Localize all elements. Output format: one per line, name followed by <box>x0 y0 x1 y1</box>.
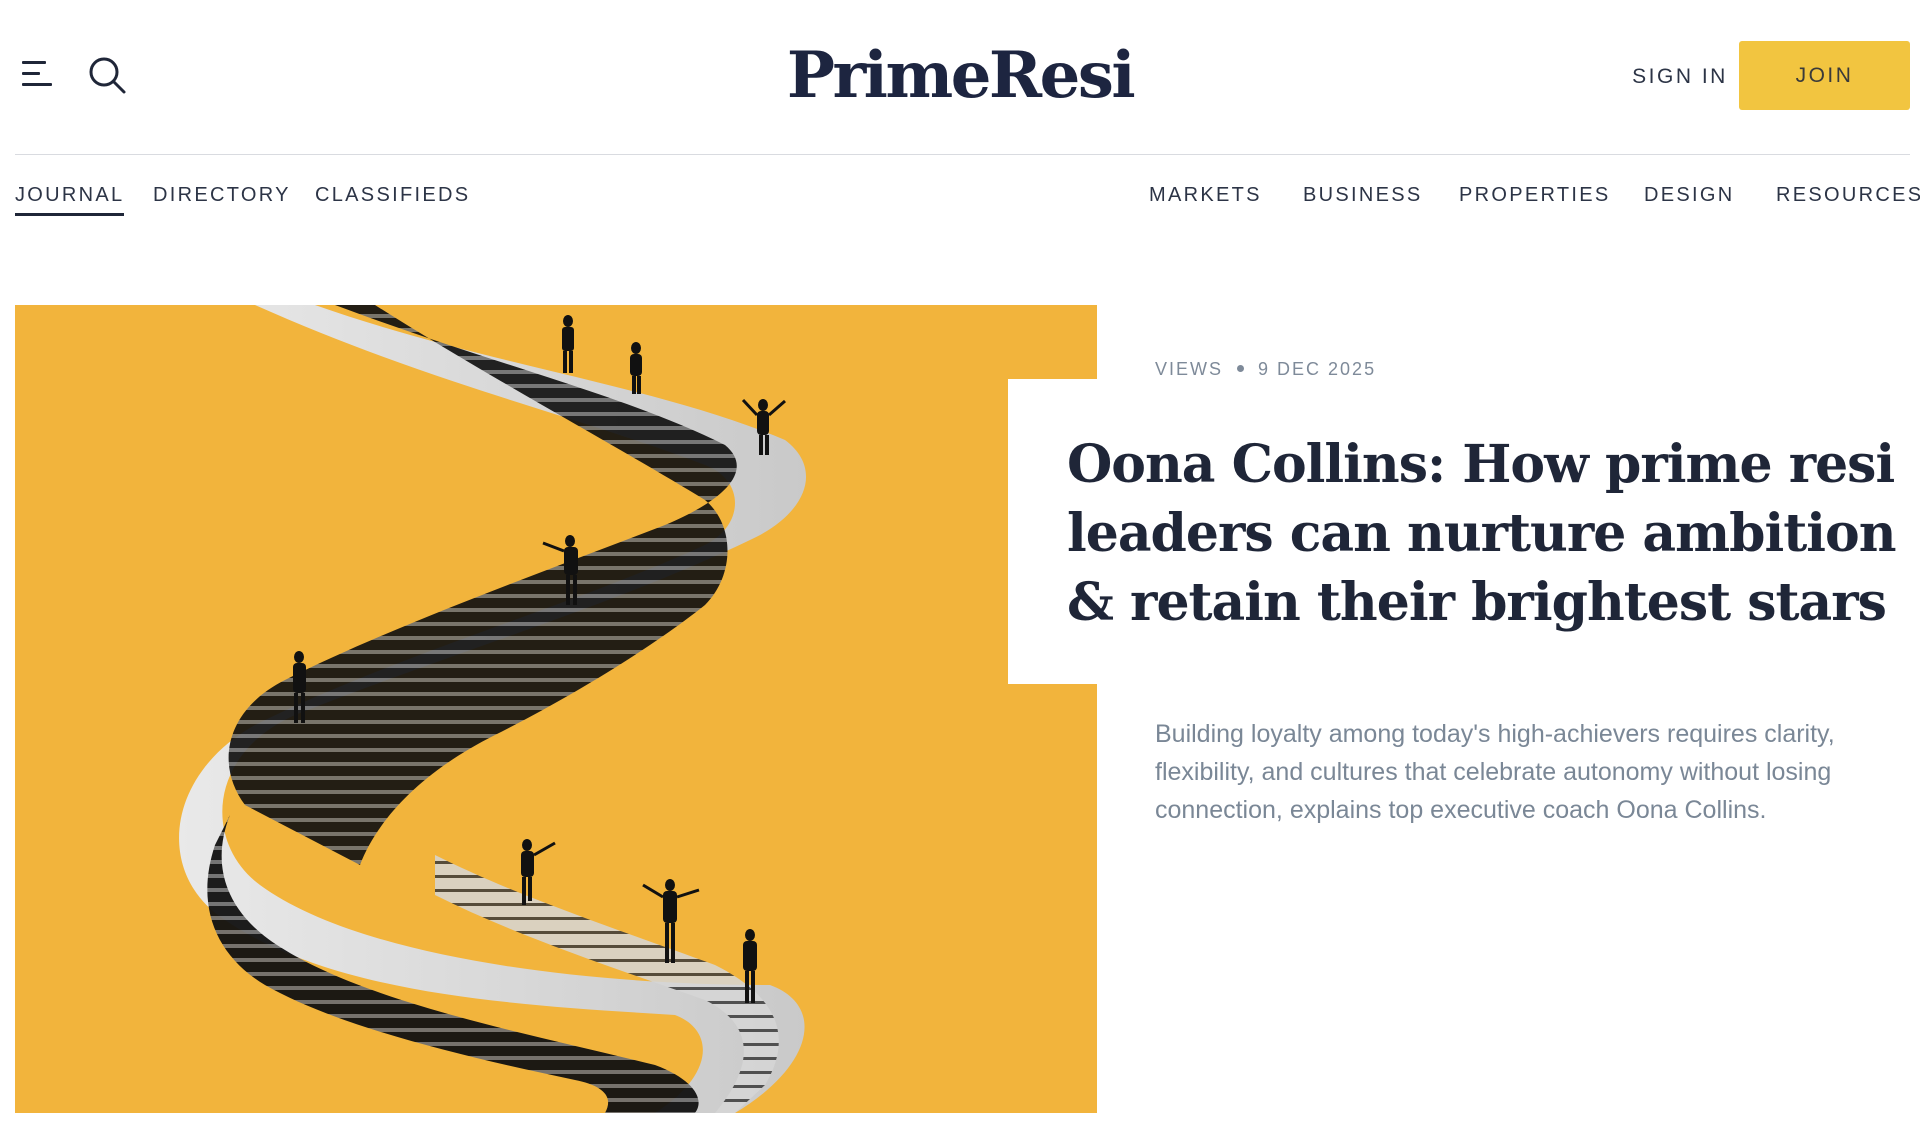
nav-design[interactable]: DESIGN <box>1644 180 1734 210</box>
nav-classifieds[interactable]: CLASSIFIEDS <box>315 180 470 210</box>
article-standfirst: Building loyalty among today's high-achi… <box>1155 720 1835 824</box>
search-icon[interactable] <box>86 54 128 96</box>
article-headline[interactable]: Oona Collins: How prime resi leaders can… <box>1067 430 1897 637</box>
nav-journal[interactable]: JOURNAL <box>15 180 125 216</box>
page: PrimeResi SIGN IN JOIN JOURNAL DIRECTORY… <box>0 0 1920 1129</box>
site-header: PrimeResi SIGN IN JOIN <box>0 0 1920 155</box>
nav-markets[interactable]: MARKETS <box>1149 180 1262 210</box>
hero-image-spiral-staircase[interactable] <box>15 305 1097 1113</box>
nav-business[interactable]: BUSINESS <box>1303 180 1423 210</box>
header-divider <box>15 154 1910 155</box>
hamburger-menu-icon[interactable] <box>20 57 54 91</box>
article-category[interactable]: VIEWS <box>1155 359 1223 379</box>
join-button[interactable]: JOIN <box>1739 41 1910 110</box>
separator-dot <box>1237 365 1245 373</box>
article-meta: VIEWS 9 DEC 2025 <box>1155 355 1376 383</box>
nav-resources[interactable]: RESOURCES <box>1776 180 1920 210</box>
nav-directory[interactable]: DIRECTORY <box>153 180 291 210</box>
nav-properties[interactable]: PROPERTIES <box>1459 180 1611 210</box>
logo-text[interactable]: PrimeResi <box>787 38 1136 113</box>
sign-in-link[interactable]: SIGN IN <box>1610 61 1750 93</box>
article-date: 9 DEC 2025 <box>1258 359 1377 379</box>
